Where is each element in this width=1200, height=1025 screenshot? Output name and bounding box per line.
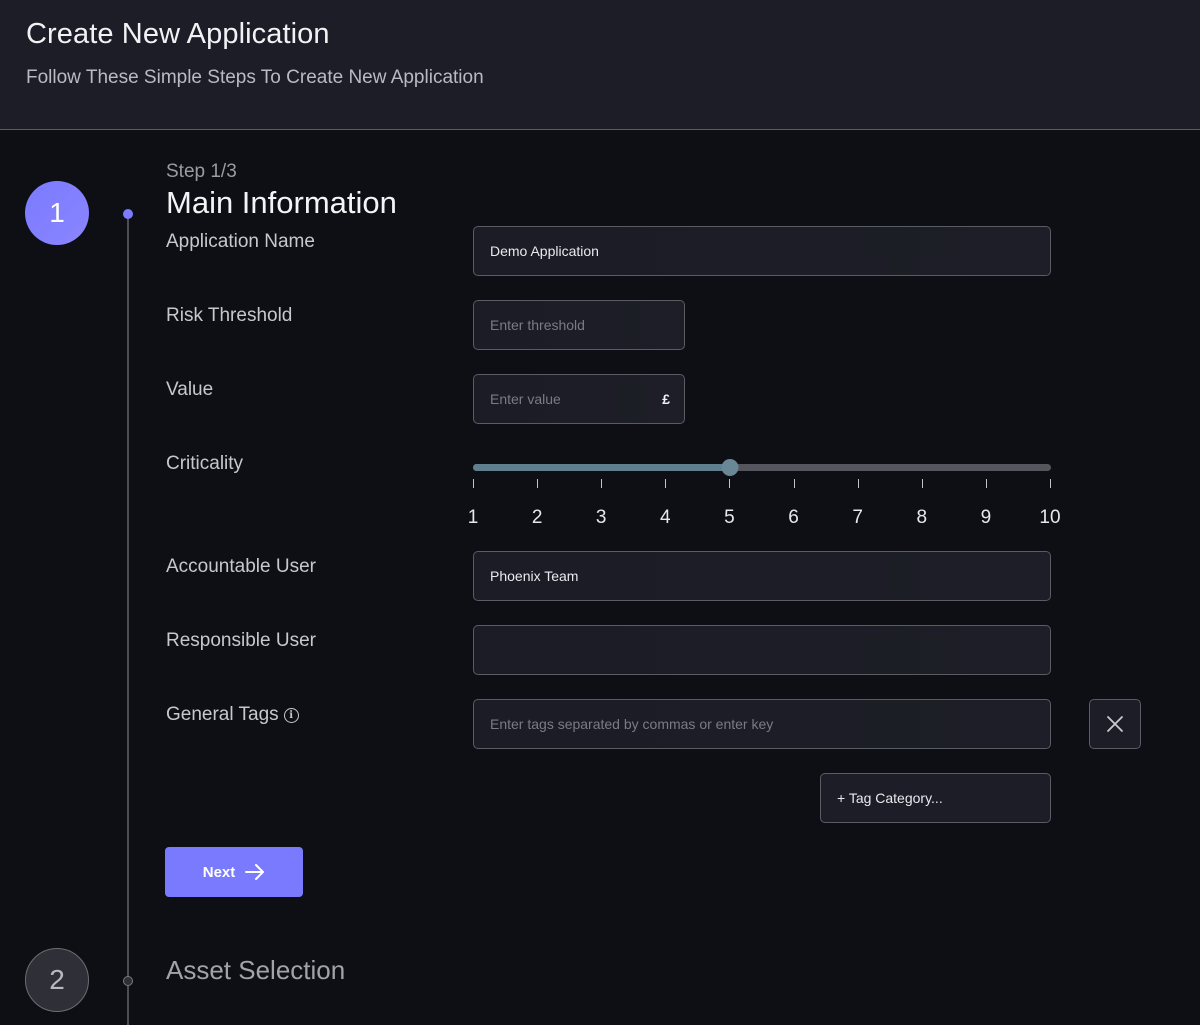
- info-icon[interactable]: i: [283, 707, 299, 723]
- step-2-indicator[interactable]: 2: [25, 948, 89, 1012]
- slider-tick: [665, 479, 667, 488]
- slider-tick: [921, 479, 923, 488]
- slider-tick-label: 5: [724, 507, 735, 528]
- value-label-text: Value: [166, 379, 214, 400]
- slider-tick: [473, 479, 474, 488]
- value-placeholder: Enter value: [490, 391, 561, 407]
- risk-threshold-label: Risk Threshold: [166, 305, 292, 327]
- add-tag-category-button[interactable]: + Tag Category...: [820, 773, 1051, 823]
- stepper-line: [127, 214, 129, 1025]
- responsible-user-input[interactable]: [473, 625, 1051, 675]
- slider-tick: [1050, 479, 1051, 488]
- close-icon: [1107, 716, 1123, 732]
- step-2-number: 2: [49, 964, 65, 995]
- application-name-label-text: Application Name: [166, 231, 315, 252]
- next-button-label: Next: [202, 863, 236, 881]
- slider-tick: [601, 479, 603, 488]
- risk-threshold-label-text: Risk Threshold: [166, 305, 293, 326]
- page-subtitle: Follow These Simple Steps To Create New …: [26, 67, 484, 88]
- accountable-user-input[interactable]: Phoenix Team: [473, 551, 1051, 601]
- slider-tick-label: 1: [467, 507, 479, 528]
- slider-tick: [729, 479, 731, 488]
- slider-tick-label: 3: [595, 507, 607, 528]
- add-tag-category-label: + Tag Category...: [837, 790, 943, 806]
- slider-tick: [857, 479, 859, 488]
- step-counter: Step 1/3: [166, 161, 237, 182]
- next-button[interactable]: Next: [165, 847, 303, 897]
- general-tags-input[interactable]: Enter tags separated by commas or enter …: [473, 699, 1051, 749]
- currency-pound-icon: £: [662, 391, 670, 407]
- accountable-user-label: Accountable User: [166, 556, 316, 578]
- slider-thumb[interactable]: [721, 459, 739, 476]
- responsible-user-label-text: Responsible User: [166, 630, 316, 651]
- page-title: Create New Application: [26, 18, 330, 50]
- step-1-indicator: 1: [25, 181, 89, 245]
- criticality-label-text: Criticality: [166, 453, 244, 474]
- slider-tick: [537, 479, 539, 488]
- value-label: Value: [166, 379, 213, 401]
- slider-tick-label: 9: [980, 507, 992, 528]
- step-1-number: 1: [49, 197, 65, 228]
- slider-fill: [473, 464, 730, 471]
- criticality-label: Criticality: [166, 453, 243, 475]
- slider-tick-label: 7: [852, 507, 863, 528]
- general-tags-label: General Tags i: [166, 704, 299, 726]
- application-name-label: Application Name: [166, 231, 315, 253]
- risk-threshold-placeholder: Enter threshold: [490, 317, 585, 333]
- responsible-user-label: Responsible User: [166, 630, 316, 652]
- slider-tick-label: 4: [660, 507, 671, 528]
- application-name-input[interactable]: Demo Application: [473, 226, 1051, 276]
- risk-threshold-input[interactable]: Enter threshold: [473, 300, 685, 350]
- slider-tick-label: 10: [1039, 507, 1061, 528]
- page-header: Create New Application Follow These Simp…: [0, 0, 1200, 130]
- step-title: Main Information: [166, 185, 397, 220]
- slider-tick-label: 8: [916, 507, 928, 528]
- value-input[interactable]: Enter value £: [473, 374, 685, 424]
- general-tags-label-text: General Tags: [166, 704, 279, 725]
- accountable-user-label-text: Accountable User: [166, 556, 316, 577]
- stepper-dot-inactive: [123, 976, 133, 986]
- accountable-user-value: Phoenix Team: [490, 568, 579, 584]
- general-tags-placeholder: Enter tags separated by commas or enter …: [490, 716, 774, 732]
- slider-tick-label: 6: [788, 507, 799, 528]
- criticality-slider[interactable]: 1 2 3 4 5 6 7 8 9 10: [468, 456, 1061, 536]
- slider-tick-label: 2: [531, 507, 543, 528]
- application-name-value: Demo Application: [490, 243, 599, 259]
- stepper-dot-active: [123, 209, 133, 219]
- clear-tags-button[interactable]: [1089, 699, 1141, 749]
- step-2-title[interactable]: Asset Selection: [166, 955, 345, 986]
- arrow-right-icon: [245, 864, 265, 880]
- slider-tick: [793, 479, 795, 488]
- slider-tick: [985, 479, 987, 488]
